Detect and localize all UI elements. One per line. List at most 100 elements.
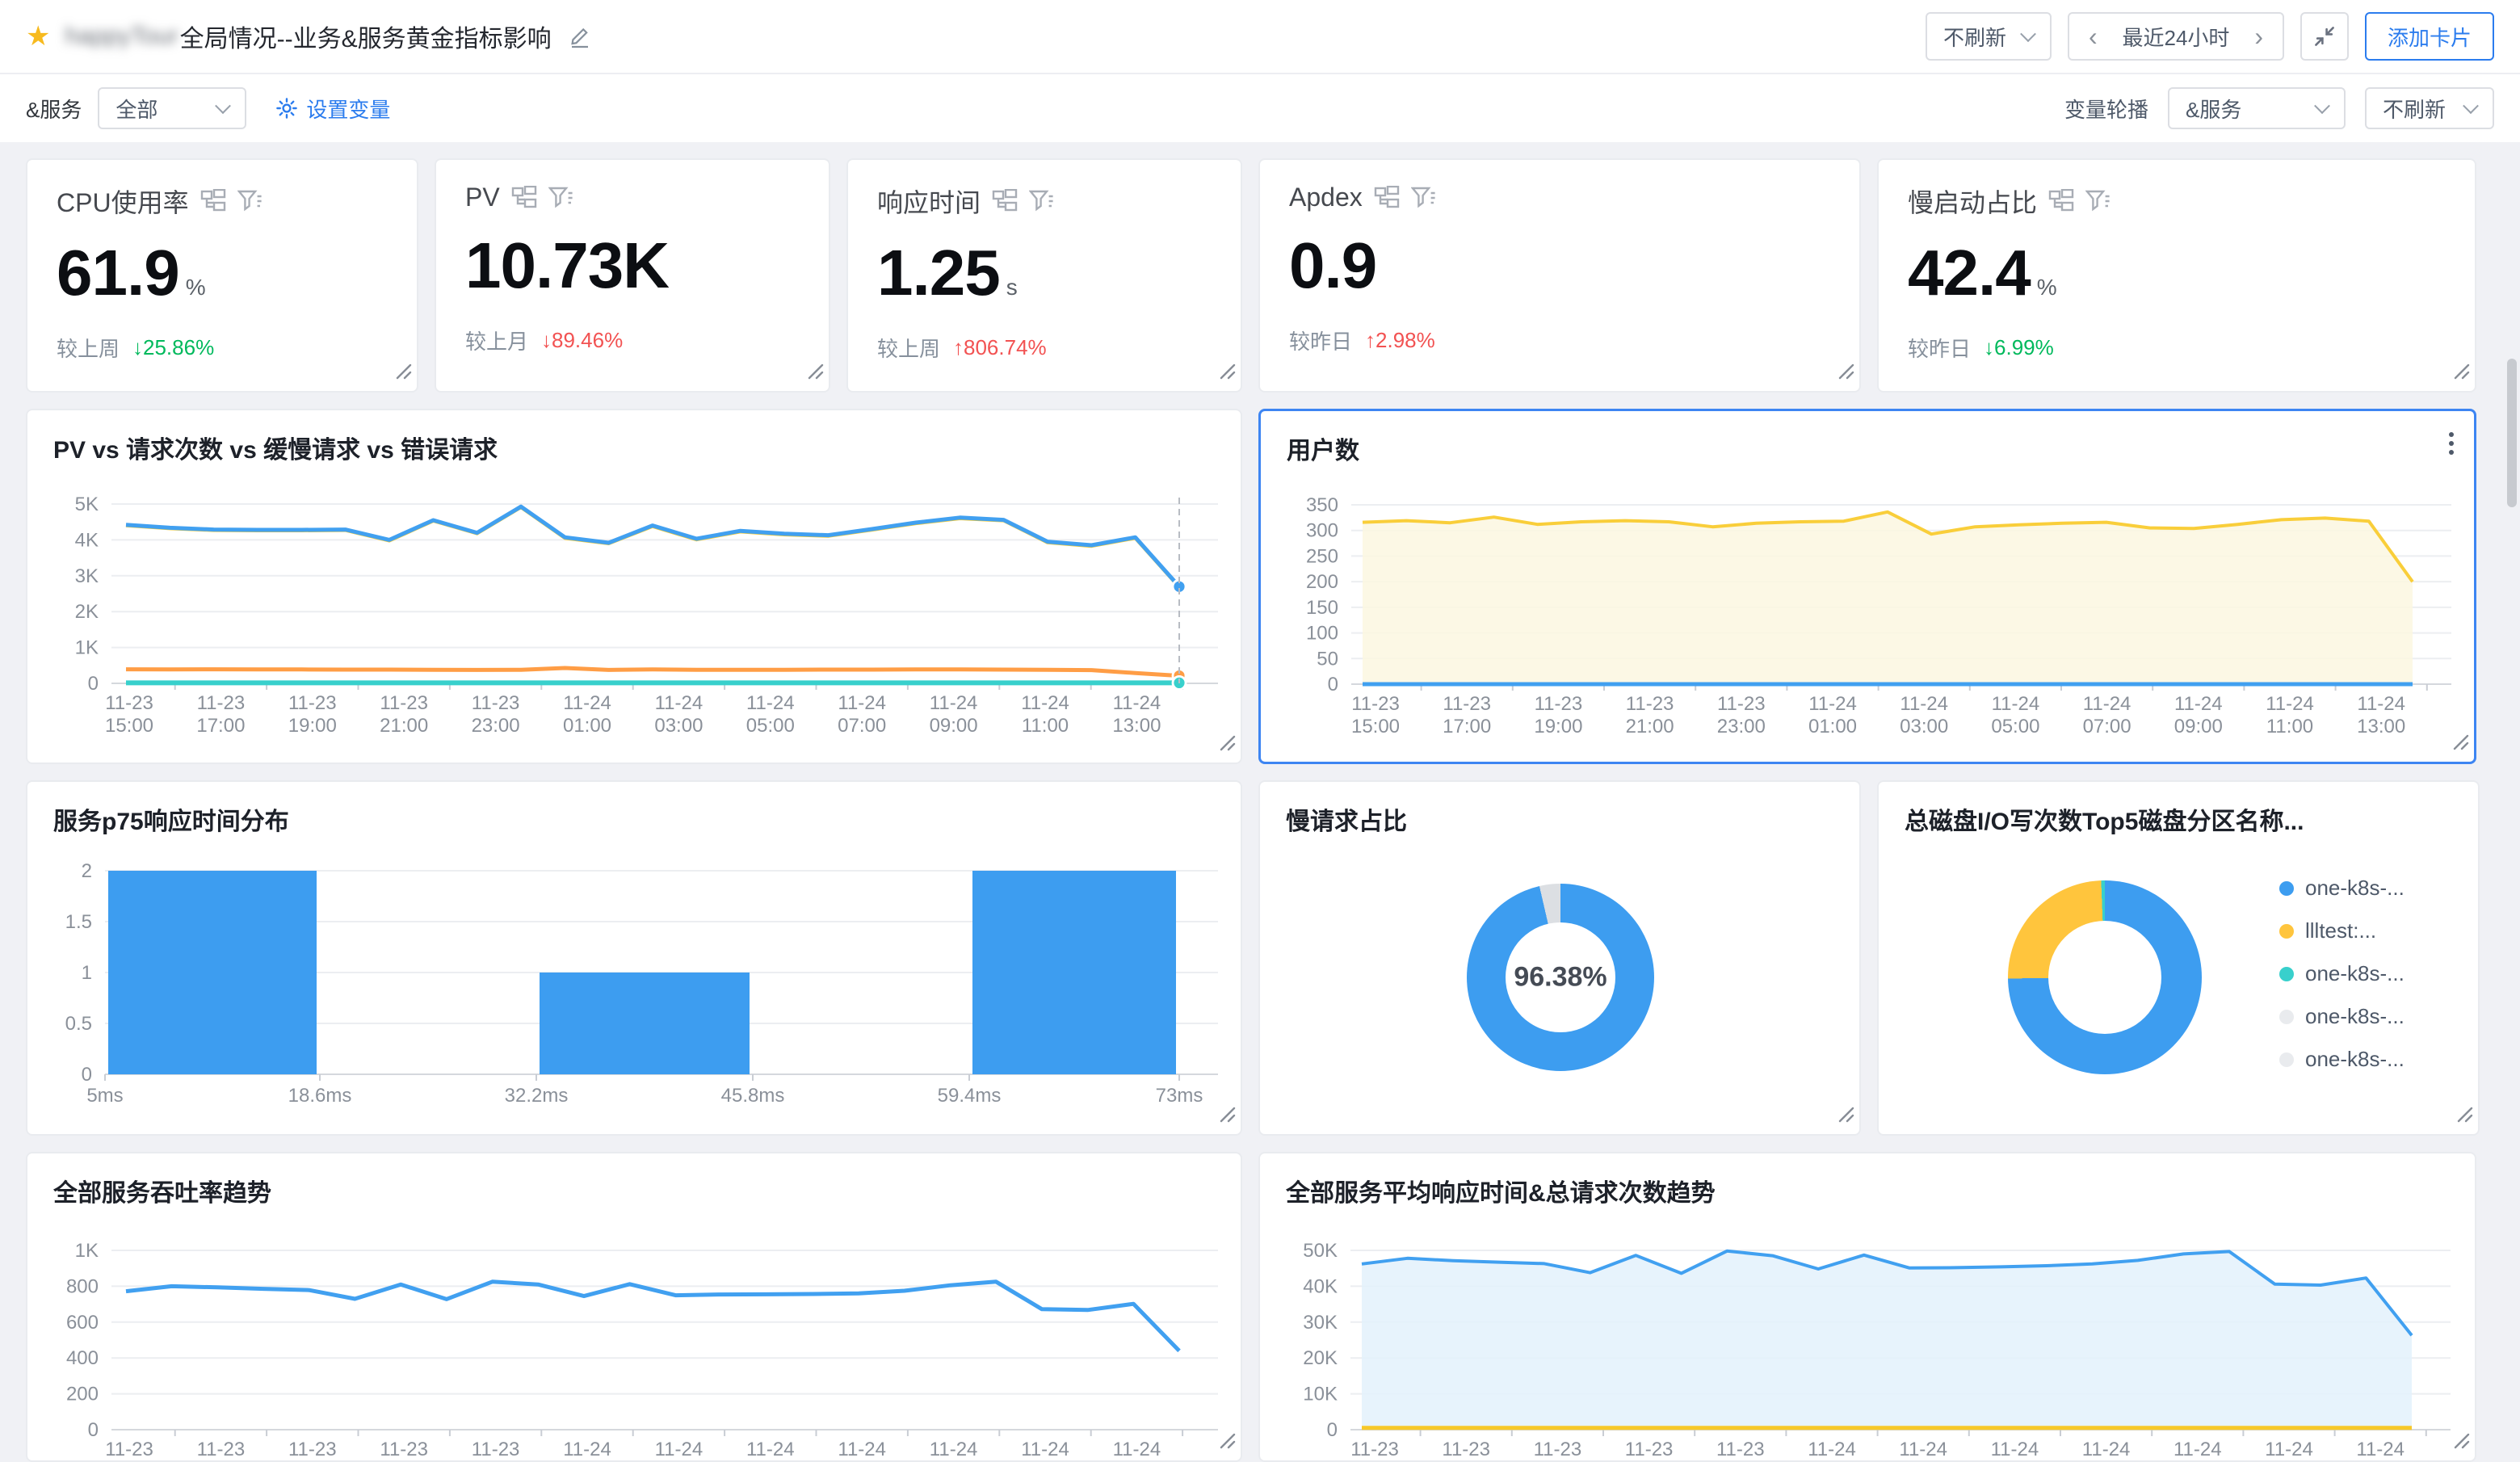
svg-text:18.6ms: 18.6ms — [288, 1085, 352, 1107]
kpi-change-value: ↓25.86% — [132, 335, 214, 360]
resize-handle[interactable] — [2454, 1099, 2473, 1129]
svg-text:13:00: 13:00 — [2357, 716, 2405, 737]
resize-handle[interactable] — [2451, 1426, 2470, 1456]
svg-text:11-23: 11-23 — [1534, 1439, 1582, 1460]
svg-text:11-23: 11-23 — [472, 692, 520, 714]
gear-icon — [275, 97, 298, 120]
collapse-button[interactable] — [2300, 12, 2349, 61]
users-chart[interactable]: 35030025020015010050011-2315:0011-2317:0… — [1261, 476, 2476, 764]
card-throughput-trend[interactable]: 全部服务吞吐率趋势 1K800600400200011-2315:0011-23… — [26, 1152, 1242, 1462]
legend-item[interactable]: one-k8s-... — [2279, 876, 2404, 901]
resize-handle[interactable] — [393, 356, 412, 386]
time-range-control[interactable]: ‹ 最近24小时 › — [2068, 12, 2284, 61]
chevron-down-icon — [2020, 26, 2036, 42]
carousel-refresh-select[interactable]: 不刷新 — [2365, 87, 2494, 129]
carousel-variable-value: &服务 — [2186, 94, 2302, 124]
throughput-chart[interactable]: 1K800600400200011-2315:0011-2317:0011-23… — [27, 1218, 1242, 1462]
card-response-requests-trend[interactable]: 全部服务平均响应时间&总请求次数趋势 50K40K30K20K10K011-23… — [1258, 1152, 2476, 1462]
chart-row-1: PV vs 请求次数 vs 缓慢请求 vs 错误请求 5K4K3K2K1K011… — [26, 409, 2494, 764]
kpi-card-1[interactable]: CPU使用率61.9%较上周↓25.86% — [26, 158, 418, 393]
related-views-icon[interactable] — [511, 186, 537, 210]
resize-handle-icon[interactable] — [1216, 732, 1236, 751]
resize-handle[interactable] — [804, 356, 824, 386]
legend-item[interactable]: one-k8s-... — [2279, 1004, 2404, 1029]
time-range-value[interactable]: 最近24小时 — [2123, 22, 2230, 52]
svg-text:32.2ms: 32.2ms — [505, 1085, 569, 1107]
resize-handle-icon[interactable] — [804, 360, 824, 380]
svg-text:09:00: 09:00 — [930, 715, 978, 737]
svg-text:11-23: 11-23 — [197, 692, 246, 714]
kpi-card-4[interactable]: Apdex0.9较昨日↑2.98% — [1258, 158, 1861, 393]
kpi-card-3[interactable]: 响应时间1.25s较上周↑806.74% — [846, 158, 1242, 393]
resize-handle[interactable] — [2451, 356, 2470, 386]
resize-handle-icon[interactable] — [2450, 731, 2469, 750]
filter-icon[interactable] — [237, 189, 263, 213]
carousel-variable-select[interactable]: &服务 — [2168, 87, 2346, 129]
p75-bar-chart[interactable]: 21.510.505ms18.6ms32.2ms45.8ms59.4ms73ms — [27, 847, 1242, 1136]
resize-handle-icon[interactable] — [1216, 1430, 1236, 1449]
resize-handle[interactable] — [2450, 727, 2469, 757]
resize-handle-icon[interactable] — [1835, 1103, 1854, 1123]
favorite-star-icon[interactable]: ★ — [26, 23, 50, 50]
kpi-card-5[interactable]: 慢启动占比42.4%较昨日↓6.99% — [1877, 158, 2476, 393]
resize-handle-icon[interactable] — [2451, 1430, 2470, 1449]
svg-text:0: 0 — [1328, 674, 1338, 695]
svg-text:2: 2 — [82, 860, 92, 882]
related-views-icon[interactable] — [992, 189, 1018, 213]
svg-text:0: 0 — [1327, 1419, 1338, 1441]
card-menu-button[interactable] — [2445, 427, 2458, 466]
kpi-change-value: ↑2.98% — [1365, 328, 1435, 353]
add-card-button[interactable]: 添加卡片 — [2365, 12, 2494, 61]
prev-time-icon[interactable]: ‹ — [2089, 23, 2098, 49]
resize-handle-icon[interactable] — [1216, 360, 1236, 380]
next-time-icon[interactable]: › — [2254, 23, 2263, 49]
resize-handle[interactable] — [1216, 1099, 1236, 1129]
legend-item[interactable]: llltest:... — [2279, 918, 2404, 943]
card-users[interactable]: 用户数 35030025020015010050011-2315:0011-23… — [1258, 409, 2476, 764]
response-requests-chart[interactable]: 50K40K30K20K10K011-2315:0011-2317:0011-2… — [1260, 1218, 2476, 1462]
set-variables-label: 设置变量 — [306, 94, 390, 124]
svg-text:0: 0 — [88, 673, 99, 695]
filter-icon[interactable] — [2085, 189, 2111, 213]
filter-icon[interactable] — [1029, 189, 1055, 213]
svg-text:11-24: 11-24 — [838, 1439, 886, 1460]
resize-handle-icon[interactable] — [2451, 360, 2470, 380]
donut-ring[interactable]: 96.38% — [1467, 884, 1654, 1071]
related-views-icon[interactable] — [2048, 189, 2074, 213]
resize-handle-icon[interactable] — [393, 360, 412, 380]
svg-text:11-24: 11-24 — [1113, 1439, 1161, 1460]
card-pv-requests[interactable]: PV vs 请求次数 vs 缓慢请求 vs 错误请求 5K4K3K2K1K011… — [26, 409, 1242, 764]
related-views-icon[interactable] — [1374, 186, 1400, 210]
filter-icon[interactable] — [1411, 186, 1437, 210]
refresh-select[interactable]: 不刷新 — [1926, 12, 2052, 61]
resize-handle-icon[interactable] — [1216, 1103, 1236, 1123]
page-scrollbar[interactable] — [2507, 359, 2517, 507]
resize-handle-icon[interactable] — [2454, 1103, 2473, 1123]
legend-item[interactable]: one-k8s-... — [2279, 1047, 2404, 1072]
resize-handle[interactable] — [1216, 1426, 1236, 1456]
legend-item[interactable]: one-k8s-... — [2279, 961, 2404, 986]
top-bar: ★ happyTour 全局情况--业务&服务黄金指标影响 不刷新 ‹ 最近24… — [0, 0, 2520, 74]
resize-handle[interactable] — [1216, 728, 1236, 758]
service-filter-select[interactable]: 全部 — [98, 87, 246, 129]
card-p75-distribution[interactable]: 服务p75响应时间分布 21.510.505ms18.6ms32.2ms45.8… — [26, 780, 1242, 1136]
resize-handle[interactable] — [1216, 356, 1236, 386]
kpi-value: 42.4 — [1908, 236, 2031, 310]
resize-handle[interactable] — [1835, 356, 1854, 386]
svg-text:21:00: 21:00 — [1626, 716, 1674, 737]
kpi-title: 慢启动占比 — [1908, 183, 2037, 220]
filter-icon[interactable] — [548, 186, 574, 210]
chart-title: 用户数 — [1287, 431, 1359, 466]
kpi-compare-label: 较昨日 — [1289, 326, 1352, 355]
resize-handle-icon[interactable] — [1835, 360, 1854, 380]
card-slow-request-ratio[interactable]: 慢请求占比 96.38% — [1258, 780, 1861, 1136]
card-disk-io-top5[interactable]: 总磁盘I/O写次数Top5磁盘分区名称... one-k8s-...llltes… — [1877, 780, 2480, 1136]
related-views-icon[interactable] — [200, 189, 226, 213]
edit-title-button[interactable] — [568, 24, 592, 48]
pv-requests-chart[interactable]: 5K4K3K2K1K011-2315:0011-2317:0011-2319:0… — [27, 475, 1242, 764]
set-variables-link[interactable]: 设置变量 — [275, 94, 390, 124]
kpi-card-2[interactable]: PV10.73K较上月↓89.46% — [435, 158, 830, 393]
resize-handle[interactable] — [1835, 1099, 1854, 1129]
donut-ring[interactable] — [2008, 880, 2202, 1074]
svg-text:11-24: 11-24 — [563, 1439, 611, 1460]
